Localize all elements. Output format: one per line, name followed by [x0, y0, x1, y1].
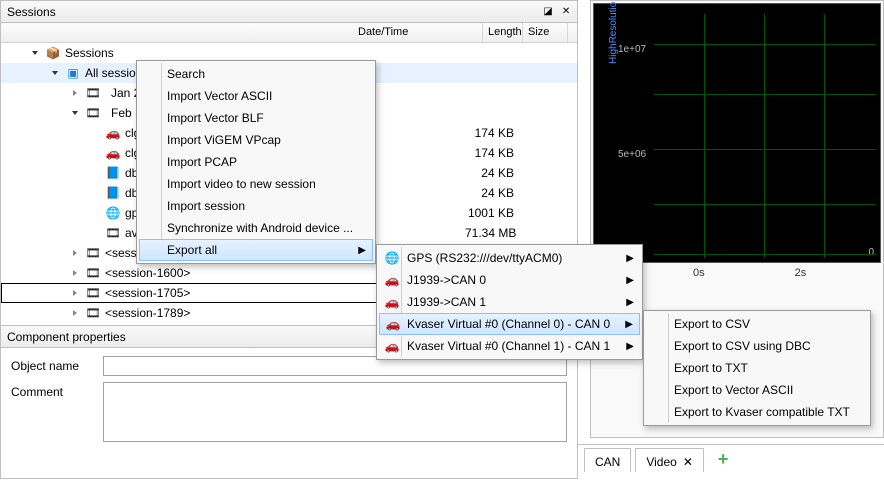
- submenu-arrow-icon: ▶: [358, 245, 366, 256]
- car-icon: 🚗: [383, 337, 401, 355]
- menu-export-all[interactable]: Export all ▶: [139, 239, 373, 261]
- context-menu-export-targets: 🌐 GPS (RS232:///dev/ttyACM0)▶ 🚗 J1939->C…: [376, 244, 643, 360]
- menu-import-vigem[interactable]: Import ViGEM VPcap: [139, 129, 373, 151]
- tree-root-label: Sessions: [65, 46, 114, 60]
- row-type-icon: 📘: [105, 185, 121, 201]
- menu-export-vector-ascii[interactable]: Export to Vector ASCII: [646, 379, 868, 401]
- col-header-date[interactable]: Date/Time: [353, 23, 483, 42]
- chevron-right-icon[interactable]: [69, 247, 81, 259]
- tree-row-size: 174 KB: [465, 146, 520, 160]
- row-type-icon: 🚗: [105, 125, 121, 141]
- dock-close-button[interactable]: ✕: [558, 4, 574, 20]
- menu-import-vector-ascii[interactable]: Import Vector ASCII: [139, 85, 373, 107]
- film-icon: 🎞: [85, 285, 101, 301]
- graph-ytick: 0: [868, 247, 874, 258]
- comment-label: Comment: [11, 382, 103, 399]
- chevron-right-icon[interactable]: [69, 287, 81, 299]
- graph-canvas[interactable]: HighResolutio 1e+07 5e+06 0: [593, 3, 881, 263]
- film-icon: 🎞: [85, 305, 101, 321]
- dock-detach-button[interactable]: ◪: [540, 4, 556, 20]
- menu-export-txt[interactable]: Export to TXT: [646, 357, 868, 379]
- menu-import-video[interactable]: Import video to new session: [139, 173, 373, 195]
- tab-can[interactable]: CAN: [584, 448, 631, 472]
- menu-import-vector-blf[interactable]: Import Vector BLF: [139, 107, 373, 129]
- tab-can-label: CAN: [595, 455, 620, 469]
- chevron-down-icon[interactable]: [49, 67, 61, 79]
- add-tab-button[interactable]: +: [708, 448, 739, 472]
- chevron-down-icon[interactable]: [29, 47, 41, 59]
- globe-icon: 🌐: [383, 249, 401, 267]
- submenu-arrow-icon: ▶: [625, 319, 633, 330]
- tree-row-label: <session-1789>: [105, 306, 379, 320]
- tree-row-size: 71.34 MB: [465, 226, 520, 240]
- graph-xtick: 0s: [693, 267, 705, 287]
- menu-sync-android[interactable]: Synchronize with Android device ...: [139, 217, 373, 239]
- tree-row-size: 174 KB: [465, 126, 520, 140]
- context-menu-export-format: Export to CSV Export to CSV using DBC Ex…: [643, 310, 871, 426]
- film-icon: 🎞: [85, 245, 101, 261]
- graph-ytick: 1e+07: [618, 44, 646, 55]
- tree-row-label: <session-1600>: [105, 266, 379, 280]
- col-header-size[interactable]: Size: [523, 23, 568, 42]
- graph-xtick: 2s: [795, 267, 807, 287]
- chevron-down-icon[interactable]: [69, 107, 81, 119]
- tab-video[interactable]: Video ✕: [635, 448, 704, 472]
- tab-video-label: Video: [646, 455, 676, 469]
- chevron-right-icon[interactable]: [69, 87, 81, 99]
- car-icon: 🚗: [383, 271, 401, 289]
- submenu-arrow-icon: ▶: [626, 275, 634, 286]
- tree-row-size: 1001 KB: [465, 206, 520, 220]
- submenu-arrow-icon: ▶: [626, 341, 634, 352]
- row-type-icon: 📘: [105, 165, 121, 181]
- panel-titlebar: Sessions ◪ ✕: [1, 1, 577, 23]
- col-header-length[interactable]: Length: [483, 23, 523, 42]
- menu-export-gps[interactable]: 🌐 GPS (RS232:///dev/ttyACM0)▶: [379, 247, 640, 269]
- submenu-arrow-icon: ▶: [626, 297, 634, 308]
- tree-row-size: 24 KB: [465, 166, 520, 180]
- submenu-arrow-icon: ▶: [626, 253, 634, 264]
- menu-export-j1939-1[interactable]: 🚗 J1939->CAN 1▶: [379, 291, 640, 313]
- context-menu-main: Search Import Vector ASCII Import Vector…: [136, 60, 376, 264]
- row-type-icon: 🎞: [85, 85, 101, 101]
- menu-export-csv[interactable]: Export to CSV: [646, 313, 868, 335]
- menu-search[interactable]: Search: [139, 63, 373, 85]
- car-icon: 🚗: [384, 315, 402, 333]
- sessions-group-icon: ▣: [65, 65, 81, 81]
- menu-export-kvaser-txt[interactable]: Export to Kvaser compatible TXT: [646, 401, 868, 423]
- row-type-icon: 🚗: [105, 145, 121, 161]
- menu-export-kvaser1[interactable]: 🚗 Kvaser Virtual #0 (Channel 1) - CAN 1▶: [379, 335, 640, 357]
- menu-import-session[interactable]: Import session: [139, 195, 373, 217]
- menu-import-pcap[interactable]: Import PCAP: [139, 151, 373, 173]
- chevron-right-icon[interactable]: [69, 267, 81, 279]
- objectname-label: Object name: [11, 356, 103, 373]
- chevron-right-icon[interactable]: [69, 307, 81, 319]
- bottom-tabs: CAN Video ✕ +: [578, 444, 884, 474]
- tree-row-label: <session-1705>: [105, 286, 379, 300]
- graph-ytick: 5e+06: [618, 149, 646, 160]
- row-type-icon: 🌐: [105, 205, 121, 221]
- comment-input[interactable]: [103, 382, 567, 442]
- close-icon[interactable]: ✕: [683, 455, 693, 469]
- tree-row-size: 24 KB: [465, 186, 520, 200]
- menu-export-kvaser0[interactable]: 🚗 Kvaser Virtual #0 (Channel 0) - CAN 0▶: [379, 313, 640, 335]
- menu-export-csv-dbc[interactable]: Export to CSV using DBC: [646, 335, 868, 357]
- row-type-icon: 🎞: [85, 105, 101, 121]
- panel-title-text: Sessions: [7, 5, 538, 19]
- menu-export-j1939-0[interactable]: 🚗 J1939->CAN 0▶: [379, 269, 640, 291]
- sessions-root-icon: 📦: [45, 45, 61, 61]
- column-headers: Date/Time Length Size: [1, 23, 577, 43]
- row-type-icon: 🎞: [105, 225, 121, 241]
- car-icon: 🚗: [383, 293, 401, 311]
- film-icon: 🎞: [85, 265, 101, 281]
